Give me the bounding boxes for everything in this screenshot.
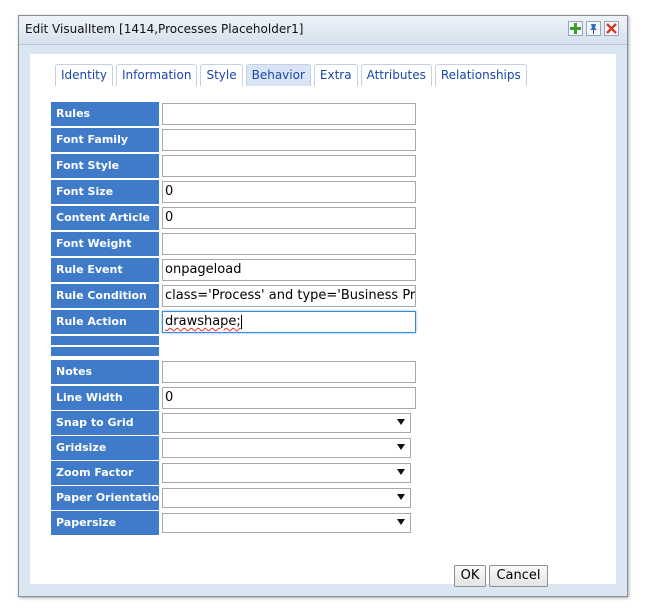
gridsize-dropdown[interactable]: [162, 438, 411, 458]
font-weight-label: Font Weight: [51, 232, 159, 256]
paper-orientation-dropdown[interactable]: [162, 488, 411, 508]
paper-orientation-label: Paper Orientation: [51, 486, 159, 510]
chevron-down-icon: [397, 494, 405, 500]
title-bar[interactable]: Edit VisualItem [1414,Processes Placehol…: [19, 16, 627, 45]
papersize-dropdown[interactable]: [162, 513, 411, 533]
content-article-label: Content Article: [51, 206, 159, 230]
tab-identity[interactable]: Identity: [55, 64, 113, 86]
notes-input[interactable]: [162, 361, 416, 383]
add-icon[interactable]: [568, 21, 583, 36]
rule-event-label: Rule Event: [51, 258, 159, 282]
ok-button[interactable]: OK: [454, 565, 486, 587]
tab-strip: Identity Information Style Behavior Extr…: [55, 64, 527, 86]
edit-dialog: Edit VisualItem [1414,Processes Placehol…: [18, 15, 628, 597]
tab-behavior[interactable]: Behavior: [245, 64, 311, 86]
content-article-input[interactable]: 0: [162, 207, 416, 229]
rules-label: Rules: [51, 102, 159, 126]
zoom-factor-label: Zoom Factor: [51, 461, 159, 485]
chevron-down-icon: [397, 469, 405, 475]
font-style-input[interactable]: [162, 155, 416, 177]
font-style-label: Font Style: [51, 154, 159, 178]
tab-relationships[interactable]: Relationships: [434, 64, 527, 86]
gridsize-label: Gridsize: [51, 436, 159, 460]
rules-input[interactable]: [162, 103, 416, 125]
notes-label: Notes: [51, 360, 159, 384]
papersize-box: [162, 513, 411, 533]
rule-condition-input[interactable]: class='Process' and type='Business Pr: [162, 285, 416, 307]
blank-label-2: [51, 347, 159, 356]
font-size-label: Font Size: [51, 180, 159, 204]
zoom-factor-dropdown[interactable]: [162, 463, 411, 483]
tab-attributes[interactable]: Attributes: [360, 64, 432, 86]
pin-icon[interactable]: [586, 21, 601, 36]
rule-condition-label: Rule Condition: [51, 284, 159, 308]
line-width-label: Line Width: [51, 386, 159, 410]
snap-to-grid-dropdown[interactable]: [162, 413, 411, 433]
rule-event-input[interactable]: onpageload: [162, 259, 416, 281]
font-weight-input[interactable]: [162, 233, 416, 255]
font-size-input[interactable]: 0: [162, 181, 416, 203]
tab-information[interactable]: Information: [116, 64, 198, 86]
text-caret: [240, 314, 242, 329]
font-family-label: Font Family: [51, 128, 159, 152]
chevron-down-icon: [397, 419, 405, 425]
dialog-title: Edit VisualItem [1414,Processes Placehol…: [25, 22, 304, 36]
zoom-factor-box: [162, 463, 411, 483]
papersize-label: Papersize: [51, 511, 159, 535]
gridsize-box: [162, 438, 411, 458]
tab-extra[interactable]: Extra: [313, 64, 358, 86]
dialog-panel: Identity Information Style Behavior Extr…: [30, 54, 616, 587]
line-width-input[interactable]: 0: [162, 387, 416, 409]
chevron-down-icon: [397, 519, 405, 525]
rule-action-label: Rule Action: [51, 310, 159, 334]
paper-orientation-box: [162, 488, 411, 508]
tab-style[interactable]: Style: [200, 64, 243, 86]
chevron-down-icon: [397, 444, 405, 450]
snap-to-grid-box: [162, 413, 411, 433]
font-family-input[interactable]: [162, 129, 416, 151]
rule-action-input[interactable]: drawshape;: [162, 311, 416, 333]
title-icons: [568, 21, 619, 36]
cancel-button[interactable]: Cancel: [489, 565, 548, 587]
blank-label-1: [51, 336, 159, 345]
rule-action-value: drawshape;: [165, 314, 241, 329]
close-icon[interactable]: [604, 21, 619, 36]
snap-to-grid-label: Snap to Grid: [51, 411, 159, 435]
